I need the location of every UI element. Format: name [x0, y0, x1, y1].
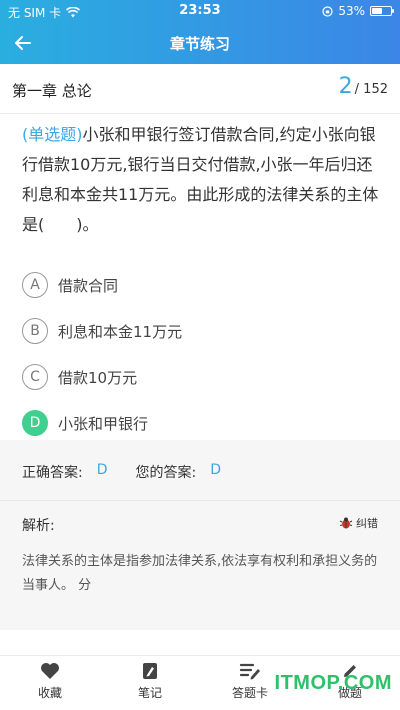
option-b-text: 利息和本金11万元: [58, 322, 183, 341]
status-right: 53%: [322, 4, 394, 18]
divider: [0, 500, 400, 501]
orientation-lock-icon: [322, 5, 333, 17]
option-a-letter: A: [22, 272, 48, 298]
correct-answer-label: 正确答案:: [22, 465, 83, 481]
heart-icon: [41, 663, 59, 679]
status-bar: 无 SIM 卡 23:53 53%: [0, 0, 400, 22]
option-list: A 借款合同 B 利息和本金11万元 C 借款10万元 D 小张和甲银行: [22, 262, 382, 446]
answer-line: 正确答案: D 您的答案: D: [22, 462, 221, 482]
your-answer-label: 您的答案:: [135, 465, 197, 481]
total-question-count: / 152: [354, 82, 388, 97]
option-c[interactable]: C 借款10万元: [22, 354, 382, 400]
answer-panel: 正确答案: D 您的答案: D 解析: 纠错 法律关系的主体是指参加法律关系,依…: [0, 440, 400, 630]
report-error-label: 纠错: [356, 517, 378, 530]
question-type: (单选题): [22, 125, 83, 144]
tab-answer-sheet-label: 答题卡: [231, 686, 268, 700]
current-question-number: 2: [338, 74, 353, 99]
page-title: 章节练习: [169, 35, 230, 53]
top-header: 无 SIM 卡 23:53 53% 章节练习: [0, 0, 400, 64]
analysis-text: 法律关系的主体是指参加法律关系,依法享有权利和承担义务的当事人。 分: [22, 554, 378, 593]
option-c-letter: C: [22, 364, 48, 390]
question-counter: 2 / 152: [339, 74, 388, 99]
answer-sheet-icon: [239, 663, 260, 680]
option-b-letter: B: [22, 318, 48, 344]
option-d-text: 小张和甲银行: [58, 414, 149, 433]
battery-fill: [372, 8, 382, 14]
your-answer-value: D: [210, 462, 221, 478]
option-c-text: 借款10万元: [58, 368, 138, 387]
bug-icon: [339, 517, 353, 529]
report-error-button[interactable]: 纠错: [339, 515, 378, 531]
note-icon: [143, 663, 157, 679]
chapter-title: 第一章 总论: [12, 82, 92, 100]
tab-favorite[interactable]: 收藏: [15, 662, 85, 701]
tab-notes[interactable]: 笔记: [115, 662, 185, 701]
analysis-label: 解析:: [22, 518, 55, 534]
tab-notes-label: 笔记: [137, 686, 162, 700]
option-b[interactable]: B 利息和本金11万元: [22, 308, 382, 354]
option-a[interactable]: A 借款合同: [22, 262, 382, 308]
option-d-letter: D: [22, 410, 48, 436]
option-a-text: 借款合同: [58, 276, 119, 295]
battery-percent: 53%: [338, 4, 365, 18]
watermark-logo: ITMOP.COM: [274, 672, 392, 694]
nav-bar: 章节练习: [0, 22, 400, 64]
tab-favorite-label: 收藏: [37, 686, 62, 700]
correct-answer-value: D: [96, 462, 108, 478]
chapter-row: 第一章 总论 2 / 152: [0, 64, 400, 114]
battery-icon: [370, 6, 394, 16]
question-stem: (单选题)小张和甲银行签订借款合同,约定小张向银行借款10万元,银行当日交付借款…: [22, 120, 387, 240]
